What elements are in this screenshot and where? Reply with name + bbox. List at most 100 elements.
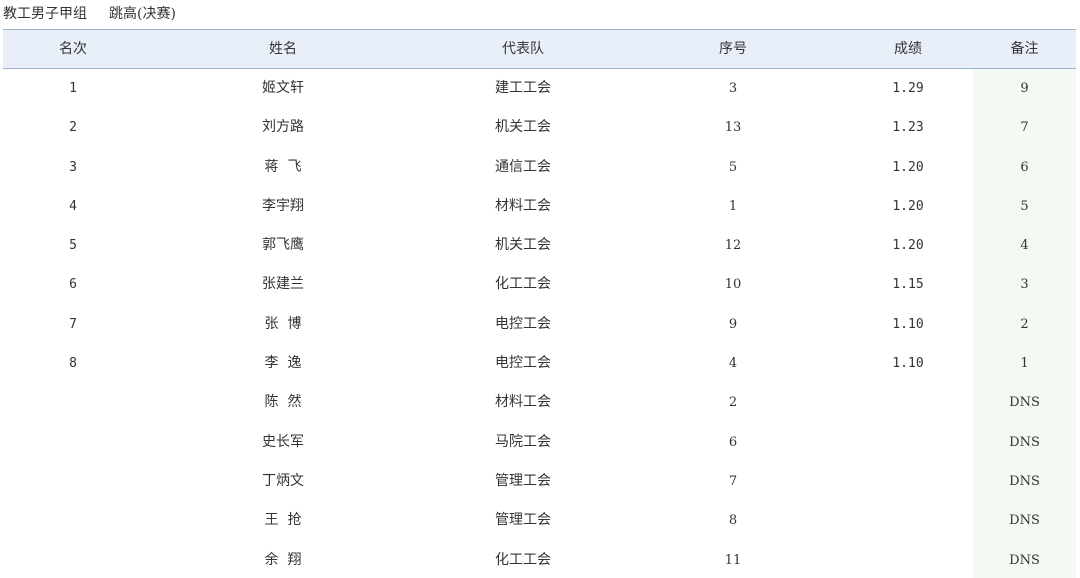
- table-row: 4 李宇翔 材料工会 1 1.20 5: [3, 186, 1076, 227]
- cell-rank: 6: [69, 277, 77, 293]
- cell-rank: [3, 501, 143, 540]
- cell-note: 2: [973, 304, 1076, 345]
- cell-team: 管理工会: [495, 472, 551, 489]
- cell-name: 丁炳文: [262, 472, 304, 489]
- cell-team: 材料工会: [495, 394, 551, 411]
- cell-rank: [3, 462, 143, 501]
- cell-rank: [3, 383, 143, 422]
- cell-name: 余 翔: [264, 551, 302, 568]
- table-row: 1 姬文轩 建工工会 3 1.29 9: [3, 69, 1076, 109]
- table-body: 1 姬文轩 建工工会 3 1.29 9 2 刘方路 机关工会 13 1.23 7 3 蒋 飞通信工会 5 1.…: [3, 69, 1076, 578]
- cell-number: 1: [728, 198, 738, 214]
- cell-note: DNS: [973, 461, 1076, 502]
- cell-number: 2: [728, 395, 738, 411]
- cell-number: 12: [724, 238, 742, 254]
- cell-number: 6: [728, 434, 738, 450]
- cell-score: 1.23: [892, 120, 924, 136]
- cell-score: [843, 462, 973, 501]
- cell-score: 1.20: [892, 159, 924, 175]
- cell-number: 5: [728, 159, 738, 175]
- cell-note: 1: [973, 344, 1076, 384]
- cell-team: 电控工会: [495, 355, 551, 372]
- cell-team: 电控工会: [495, 315, 551, 332]
- cell-number: 13: [724, 120, 742, 136]
- cell-score: 1.29: [892, 81, 924, 96]
- cell-score: [843, 423, 973, 462]
- cell-team: 化工工会: [495, 276, 551, 293]
- cell-name: 郭飞鹰: [262, 237, 304, 254]
- cell-name: 张 博: [264, 315, 302, 332]
- cell-score: 1.10: [892, 356, 924, 372]
- cell-note: DNS: [973, 501, 1076, 541]
- cell-name: 李 逸: [264, 355, 302, 372]
- event-label: 跳高(决赛): [109, 6, 176, 22]
- cell-rank: 1: [69, 81, 77, 96]
- table-row: 3 蒋 飞 通信工会 5 1.20 6: [3, 147, 1076, 187]
- cell-number: 9: [728, 316, 738, 332]
- cell-rank: [3, 423, 143, 462]
- cell-rank: 7: [69, 316, 77, 332]
- table-row: 2 刘方路 机关工会 13 1.23 7: [3, 108, 1076, 148]
- cell-score: 1.10: [892, 316, 924, 332]
- header-rank: 名次: [59, 41, 87, 57]
- cell-rank: 5: [69, 238, 77, 254]
- cell-number: 3: [728, 81, 738, 96]
- cell-number: 7: [728, 473, 738, 489]
- cell-name: 张建兰: [262, 276, 304, 293]
- header-score: 成绩: [894, 41, 922, 57]
- cell-score: 1.20: [892, 238, 924, 254]
- table-row: 余 翔 化工工会 11 DNS: [3, 540, 1076, 578]
- cell-team: 马院工会: [495, 433, 551, 450]
- cell-score: [843, 501, 973, 540]
- table-header: 名次 姓名 代表队 序号 成绩 备注: [3, 29, 1076, 69]
- results-page: 教工男子甲组 跳高(决赛) 名次 姓名 代表队 序号 成绩 备注 1 姬文轩 建工工会…: [0, 0, 1080, 578]
- cell-team: 通信工会: [495, 158, 551, 175]
- header-team: 代表队: [502, 41, 544, 57]
- cell-number: 10: [724, 277, 742, 293]
- table-row: 8 李 逸 电控工会 4 1.10 1: [3, 344, 1076, 384]
- cell-name: 刘方路: [262, 119, 304, 136]
- cell-team: 机关工会: [495, 119, 551, 136]
- header-number: 序号: [719, 41, 747, 57]
- header-name: 姓名: [269, 41, 297, 57]
- cell-team: 化工工会: [495, 551, 551, 568]
- cell-score: 1.20: [892, 198, 924, 214]
- table-row: 5 郭飞鹰 机关工会 12 1.20 4: [3, 226, 1076, 266]
- cell-note: 9: [973, 69, 1076, 109]
- cell-note: 4: [973, 226, 1076, 266]
- table-row: 7 张 博 电控工会 9 1.10 2: [3, 304, 1076, 345]
- cell-name: 史长军: [262, 433, 304, 450]
- cell-note: 5: [973, 186, 1076, 227]
- results-table: 名次 姓名 代表队 序号 成绩 备注 1 姬文轩 建工工会 3 1.29 9 2 刘方路 机关工…: [3, 29, 1076, 578]
- cell-score: [843, 541, 973, 578]
- cell-number: 11: [724, 552, 742, 568]
- cell-score: [843, 383, 973, 422]
- table-row: 丁炳文 管理工会 7 DNS: [3, 461, 1076, 502]
- table-row: 6 张建兰 化工工会 10 1.15 3: [3, 265, 1076, 305]
- group-label: 教工男子甲组: [3, 6, 87, 22]
- cell-rank: 3: [69, 159, 77, 175]
- cell-name: 李宇翔: [262, 197, 304, 214]
- table-row: 陈 然 材料工会 2 DNS: [3, 383, 1076, 423]
- cell-name: 陈 然: [264, 394, 302, 411]
- cell-team: 机关工会: [495, 237, 551, 254]
- cell-note: DNS: [973, 540, 1076, 578]
- cell-rank: 4: [69, 198, 77, 214]
- cell-number: 8: [728, 513, 738, 529]
- cell-rank: 8: [69, 356, 77, 372]
- table-row: 史长军 马院工会 6 DNS: [3, 422, 1076, 462]
- cell-note: 7: [973, 108, 1076, 148]
- cell-note: DNS: [973, 422, 1076, 462]
- cell-rank: [3, 541, 143, 578]
- cell-number: 4: [728, 356, 738, 372]
- cell-name: 蒋 飞: [264, 158, 302, 175]
- table-caption: 教工男子甲组 跳高(决赛): [3, 4, 176, 24]
- cell-name: 王 抢: [264, 512, 302, 529]
- cell-note: 6: [973, 147, 1076, 187]
- header-note: 备注: [973, 30, 1076, 68]
- cell-rank: 2: [69, 120, 77, 136]
- cell-score: 1.15: [892, 277, 924, 293]
- cell-note: DNS: [973, 383, 1076, 423]
- cell-name: 姬文轩: [262, 80, 304, 96]
- cell-team: 建工工会: [495, 80, 551, 96]
